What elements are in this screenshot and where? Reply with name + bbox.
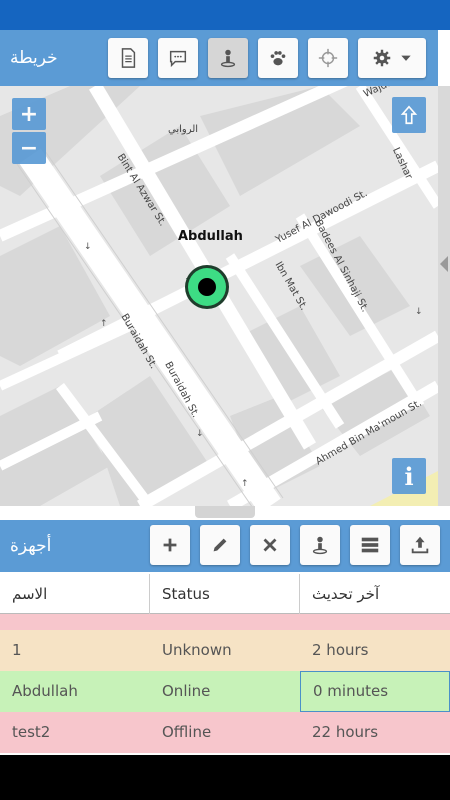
north-button[interactable] <box>392 97 426 133</box>
navigation-bar <box>0 755 450 800</box>
svg-text:↓: ↓ <box>415 307 423 317</box>
device-status-cell[interactable]: Online <box>150 671 300 712</box>
splitter-handle[interactable] <box>195 506 255 518</box>
map-view[interactable]: ↓ ↑ ↓ ↑ ↓ الروابي Wajdan Lashar Bint Al … <box>0 86 438 506</box>
zoom-out-button[interactable]: − <box>12 132 46 164</box>
panel-collapse-handle[interactable] <box>438 86 450 506</box>
device-updated-cell[interactable]: 22 hours <box>300 712 450 753</box>
crosshair-icon <box>318 48 338 68</box>
device-name-cell[interactable]: 1 <box>0 630 150 671</box>
device-list-button[interactable] <box>350 525 390 565</box>
device-marker-icon[interactable] <box>182 262 232 312</box>
table-row[interactable]: 1 Unknown 2 hours <box>0 630 450 671</box>
chevron-down-icon <box>401 55 411 61</box>
table-row[interactable]: test2 Offline 22 hours <box>0 712 450 753</box>
follow-device-button[interactable] <box>300 525 340 565</box>
upload-icon <box>411 536 429 554</box>
zoom-in-button[interactable]: + <box>12 98 46 130</box>
settings-dropdown-button[interactable] <box>358 38 426 78</box>
locate-button[interactable] <box>308 38 348 78</box>
devices-toolbar: أجهزة <box>0 520 450 572</box>
person-pin-icon <box>312 536 328 555</box>
table-row[interactable] <box>0 614 450 630</box>
svg-text:↓: ↓ <box>196 429 204 439</box>
list-icon <box>361 537 379 553</box>
device-status-cell[interactable]: Offline <box>150 712 300 753</box>
device-name-cell[interactable]: test2 <box>0 712 150 753</box>
svg-text:↑: ↑ <box>241 479 249 489</box>
send-command-button[interactable] <box>158 38 198 78</box>
column-header-status[interactable]: Status <box>150 574 300 614</box>
device-name-cell[interactable]: Abdullah <box>0 671 150 712</box>
delete-icon <box>263 538 277 552</box>
edit-device-button[interactable] <box>200 525 240 565</box>
person-pin-icon <box>220 49 236 68</box>
info-button[interactable]: i <box>392 458 426 494</box>
svg-text:↓: ↓ <box>84 242 92 252</box>
up-arrow-icon <box>400 105 418 125</box>
status-bar <box>0 0 450 30</box>
column-header-name[interactable]: الاسم <box>0 574 150 614</box>
map-title: خريطة <box>10 48 58 68</box>
edit-icon <box>213 538 227 552</box>
chat-icon <box>169 50 187 68</box>
add-icon <box>163 538 177 552</box>
device-status-cell[interactable]: Unknown <box>150 630 300 671</box>
upload-button[interactable] <box>400 525 440 565</box>
report-button[interactable] <box>108 38 148 78</box>
street-label: الروابي <box>168 124 199 135</box>
table-row[interactable]: Abdullah Online 0 minutes <box>0 671 450 712</box>
svg-text:↑: ↑ <box>100 319 108 329</box>
history-button[interactable] <box>258 38 298 78</box>
device-updated-cell[interactable]: 0 minutes <box>300 671 450 712</box>
device-updated-cell[interactable]: 2 hours <box>300 630 450 671</box>
chevron-left-icon <box>440 256 448 272</box>
device-map-label: Abdullah <box>178 229 243 244</box>
add-device-button[interactable] <box>150 525 190 565</box>
app-root: خريطة ↓ ↑ ↓ ↑ ↓ الروابي Wajdan Lashar Bi… <box>0 0 450 800</box>
devices-table-header: الاسم Status آخر تحديث <box>0 574 450 614</box>
devices-title: أجهزة <box>10 536 52 556</box>
splitter[interactable] <box>0 506 450 520</box>
paw-icon <box>270 51 286 66</box>
gear-icon <box>373 49 391 67</box>
delete-device-button[interactable] <box>250 525 290 565</box>
devices-table: 1 Unknown 2 hours Abdullah Online 0 minu… <box>0 614 450 753</box>
document-icon <box>121 48 136 68</box>
map-toolbar: خريطة <box>0 30 438 86</box>
follow-device-button[interactable] <box>208 38 248 78</box>
column-header-last-update[interactable]: آخر تحديث <box>300 574 450 614</box>
